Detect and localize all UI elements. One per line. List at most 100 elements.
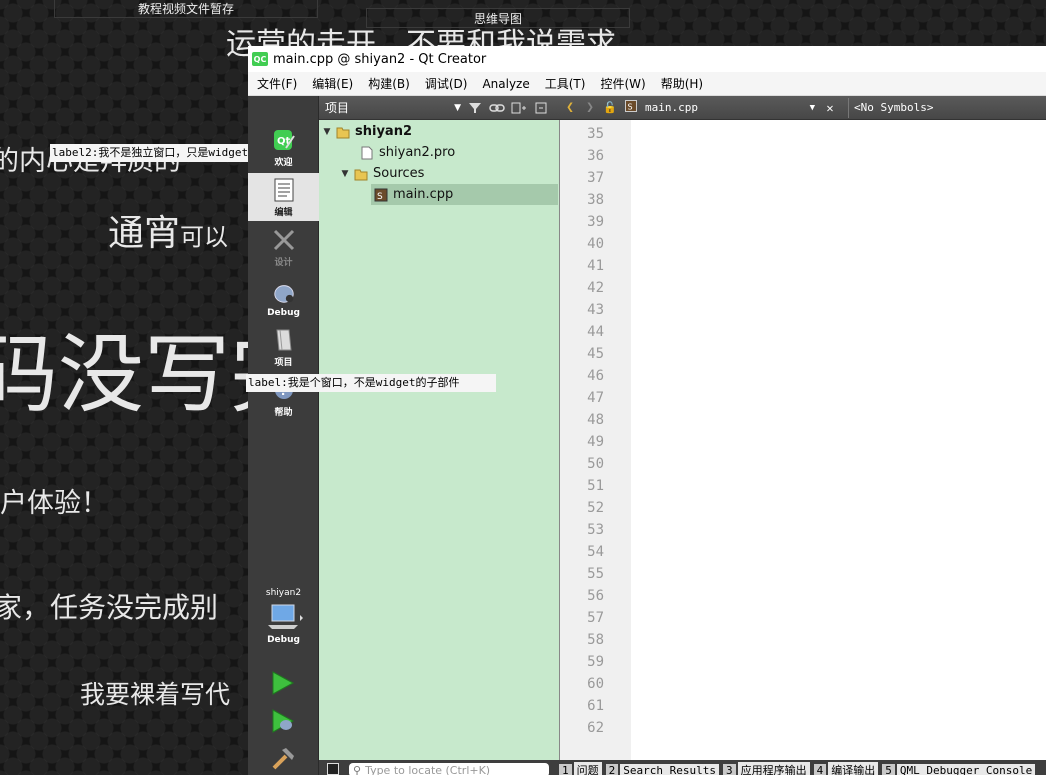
project-pane-toolbar: 项目 ▼ bbox=[319, 96, 560, 120]
line-number: 43 bbox=[587, 302, 604, 318]
tree-item-pro-file-label: shiyan2.pro bbox=[379, 145, 456, 160]
mode-debug-label: Debug bbox=[267, 308, 300, 318]
menu-build[interactable]: 构建(B) bbox=[359, 75, 416, 92]
project-view-selector[interactable]: 项目 ▼ bbox=[322, 98, 464, 118]
line-number: 48 bbox=[587, 412, 604, 428]
forward-arrow-icon[interactable]: ❯ bbox=[580, 100, 600, 115]
line-number: 36 bbox=[587, 148, 604, 164]
menu-edit[interactable]: 编辑(E) bbox=[303, 75, 359, 92]
menu-widgets[interactable]: 控件(W) bbox=[591, 75, 651, 92]
mode-welcome-label: 欢迎 bbox=[274, 158, 293, 168]
output-tab-label: 编译输出 bbox=[828, 762, 879, 775]
output-tab-compile-output[interactable]: 4 编译输出 bbox=[813, 762, 879, 775]
tree-item-pro-file[interactable]: shiyan2.pro bbox=[357, 142, 455, 163]
cpp-file-icon: S bbox=[374, 188, 388, 202]
line-number: 53 bbox=[587, 522, 604, 538]
desktop-text-tongxiao: 通宵可以 bbox=[108, 216, 228, 252]
filter-icon[interactable] bbox=[464, 98, 486, 118]
chevron-down-icon: ▼ bbox=[809, 102, 815, 113]
line-number: 60 bbox=[587, 676, 604, 692]
menu-analyze[interactable]: Analyze bbox=[473, 77, 535, 91]
line-number: 47 bbox=[587, 390, 604, 406]
line-number: 57 bbox=[587, 610, 604, 626]
line-number: 56 bbox=[587, 588, 604, 604]
tree-item-sources[interactable]: ▼ Sources bbox=[339, 163, 425, 184]
mode-help-label: 帮助 bbox=[274, 408, 293, 418]
tree-item-project-label: shiyan2 bbox=[355, 124, 412, 139]
desktop-text-tongxiao-strong: 通宵 bbox=[108, 213, 181, 254]
locator-placeholder: Type to locate (Ctrl+K) bbox=[365, 763, 491, 775]
chevron-down-icon[interactable]: ▼ bbox=[339, 169, 351, 179]
code-editor[interactable] bbox=[631, 120, 1046, 760]
symbol-selector-label: <No Symbols> bbox=[854, 101, 934, 114]
line-number: 42 bbox=[587, 280, 604, 296]
bottom-output-bar: ⚲ Type to locate (Ctrl+K) 1 问题 2 Search Re… bbox=[319, 760, 1046, 775]
output-tab-number: 4 bbox=[813, 763, 827, 775]
mode-design[interactable]: 设计 bbox=[248, 223, 319, 271]
close-pane-icon[interactable] bbox=[530, 98, 552, 118]
pro-file-icon bbox=[360, 146, 374, 160]
mode-debug[interactable]: Debug bbox=[248, 273, 319, 321]
document-selector-label: main.cpp bbox=[645, 101, 698, 114]
locator-input[interactable]: ⚲ Type to locate (Ctrl+K) bbox=[349, 763, 549, 775]
qt-creator-window: QC main.cpp @ shiyan2 - Qt Creator 文件(F)… bbox=[248, 46, 1046, 775]
kit-selector[interactable]: Debug bbox=[248, 601, 319, 651]
project-tree: ▼ shiyan2 shiyan2.pro ▼ Sources S main.c… bbox=[319, 120, 560, 760]
document-selector-label-wrap: S main.cpp bbox=[625, 100, 698, 115]
output-tab-app-output[interactable]: 3 应用程序输出 bbox=[722, 762, 810, 775]
split-add-icon[interactable] bbox=[508, 98, 530, 118]
menu-file[interactable]: 文件(F) bbox=[248, 75, 303, 92]
document-selector[interactable]: S main.cpp ▼ bbox=[620, 98, 820, 118]
output-tab-label: 应用程序输出 bbox=[737, 762, 810, 775]
tree-item-main-cpp[interactable]: S main.cpp bbox=[371, 184, 558, 205]
desktop-text-naked: 我要裸着写代 bbox=[80, 680, 231, 709]
debug-run-button[interactable] bbox=[270, 708, 296, 738]
kit-project-name: shiyan2 bbox=[265, 588, 302, 598]
build-button[interactable] bbox=[270, 746, 296, 775]
symbol-selector[interactable]: <No Symbols> bbox=[848, 97, 1046, 118]
line-number: 62 bbox=[587, 720, 604, 736]
design-tools-icon bbox=[272, 227, 296, 253]
menu-debug[interactable]: 调试(D) bbox=[416, 75, 474, 92]
close-document-icon[interactable]: ✕ bbox=[820, 101, 840, 115]
line-number: 41 bbox=[587, 258, 604, 274]
line-number: 38 bbox=[587, 192, 604, 208]
project-view-selector-label: 项目 bbox=[325, 101, 350, 115]
mode-sidebar: Qt 欢迎 编辑 设计 Debug 项目 帮助 shiyan2 Debug bbox=[248, 96, 319, 775]
toggle-sidebar-icon[interactable] bbox=[327, 763, 339, 775]
mode-projects-label: 项目 bbox=[274, 358, 293, 368]
desktop-text-tongxiao-rest: 可以 bbox=[180, 223, 229, 251]
tree-item-project-root[interactable]: ▼ shiyan2 bbox=[321, 121, 412, 142]
label-window[interactable]: label:我是个窗口，不是widget的子部件 bbox=[246, 374, 496, 392]
menu-tools[interactable]: 工具(T) bbox=[536, 75, 592, 92]
output-tab-issues[interactable]: 1 问题 bbox=[559, 762, 602, 775]
output-tab-number: 5 bbox=[882, 763, 895, 775]
window-titlebar[interactable]: QC main.cpp @ shiyan2 - Qt Creator bbox=[248, 46, 1046, 72]
line-number: 51 bbox=[587, 478, 604, 494]
projects-folder-icon bbox=[272, 327, 296, 353]
desktop-tab-video[interactable]: 教程视频文件暂存 bbox=[54, 0, 318, 18]
line-number-gutter: 35 36 37 38 39 40 41 42 43 44 45 46 47 48 49 50 51 52 53 54… bbox=[560, 120, 631, 760]
chevron-down-icon: ▼ bbox=[454, 102, 461, 113]
debug-run-icon bbox=[270, 709, 296, 738]
sources-folder-icon bbox=[354, 167, 368, 181]
mode-projects[interactable]: 项目 bbox=[248, 323, 319, 371]
line-number: 37 bbox=[587, 170, 604, 186]
mode-edit[interactable]: 编辑 bbox=[248, 173, 319, 221]
chevron-down-icon[interactable]: ▼ bbox=[321, 127, 333, 137]
line-number: 54 bbox=[587, 544, 604, 560]
output-tab-search-results[interactable]: 2 Search Results bbox=[605, 763, 719, 775]
mode-welcome[interactable]: Qt 欢迎 bbox=[248, 123, 319, 171]
desktop-tab-mindmap[interactable]: 思维导图 bbox=[366, 8, 630, 28]
cpp-file-icon: S bbox=[625, 100, 637, 115]
output-tab-label: QML Debugger Console bbox=[896, 763, 1036, 775]
back-arrow-icon[interactable]: ❮ bbox=[560, 100, 580, 115]
desktop-text-home: 家，任务没完成别 bbox=[0, 591, 219, 624]
output-tab-qml-console[interactable]: 5 QML Debugger Console bbox=[882, 763, 1036, 775]
menu-help[interactable]: 帮助(H) bbox=[652, 75, 709, 92]
link-sync-icon[interactable] bbox=[486, 98, 508, 118]
window-title: main.cpp @ shiyan2 - Qt Creator bbox=[273, 51, 487, 67]
run-button[interactable] bbox=[270, 670, 296, 700]
debug-bug-icon bbox=[272, 280, 296, 306]
kit-build-config: Debug bbox=[267, 635, 300, 645]
